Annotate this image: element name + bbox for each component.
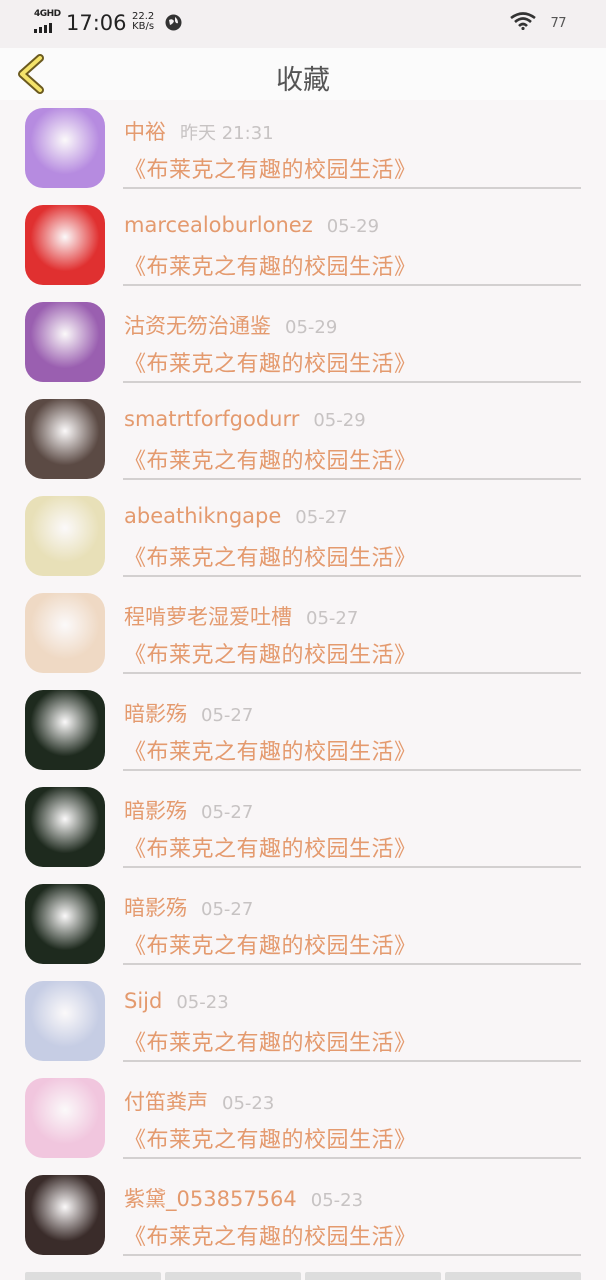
list-item[interactable]: 紫黛_053857564 05-23 《布莱克之有趣的校园生活》 [0, 1167, 606, 1264]
divider [123, 284, 581, 286]
divider [123, 963, 581, 965]
username[interactable]: smatrtforfgodurr [124, 407, 299, 431]
avatar[interactable] [25, 399, 105, 479]
list-item[interactable]: 程啃萝老湿爱吐槽 05-27 《布莱克之有趣的校园生活》 [0, 585, 606, 682]
avatar[interactable] [25, 981, 105, 1061]
username[interactable]: 暗影殇 [124, 702, 187, 726]
user-line: 程啃萝老湿爱吐槽 05-27 [124, 601, 358, 631]
user-line: 付笛粪声 05-23 [124, 1086, 274, 1116]
book-title-link[interactable]: 《布莱克之有趣的校园生活》 [124, 249, 417, 281]
timestamp: 05-29 [285, 317, 338, 338]
clock: 17:06 [66, 11, 127, 35]
user-line: abeathikngape 05-27 [124, 504, 348, 528]
user-line: 紫黛_053857564 05-23 [124, 1183, 363, 1213]
username[interactable]: 中裕 [124, 120, 166, 144]
divider [123, 1060, 581, 1062]
divider [123, 1254, 581, 1256]
user-line: 中裕 昨天 21:31 [124, 116, 274, 146]
avatar[interactable] [25, 205, 105, 285]
avatar[interactable] [25, 593, 105, 673]
user-line: Sijd 05-23 [124, 989, 229, 1013]
divider [123, 575, 581, 577]
timestamp: 05-27 [295, 507, 348, 528]
list-item[interactable]: abeathikngape 05-27 《布莱克之有趣的校园生活》 [0, 488, 606, 585]
username[interactable]: marcealoburlonez [124, 213, 313, 237]
username[interactable]: 暗影殇 [124, 799, 187, 823]
timestamp: 05-23 [222, 1093, 275, 1114]
user-line: marcealoburlonez 05-29 [124, 213, 379, 237]
list-item[interactable]: smatrtforfgodurr 05-29 《布莱克之有趣的校园生活》 [0, 391, 606, 488]
network-type: 4GHD [34, 9, 61, 19]
status-bar: 4GHD 17:06 22.2 KB/s 77 [0, 0, 606, 48]
avatar[interactable] [25, 787, 105, 867]
timestamp: 05-23 [310, 1190, 364, 1211]
wifi-icon [510, 12, 537, 34]
book-title-link[interactable]: 《布莱克之有趣的校园生活》 [124, 1219, 417, 1251]
book-title-link[interactable]: 《布莱克之有趣的校园生活》 [124, 152, 417, 184]
timestamp: 05-27 [201, 802, 254, 823]
avatar[interactable] [25, 1078, 105, 1158]
avatar[interactable] [25, 690, 105, 770]
divider [123, 672, 581, 674]
user-line: 暗影殇 05-27 [124, 892, 253, 922]
avatar[interactable] [25, 108, 105, 188]
list-item[interactable]: 暗影殇 05-27 《布莱克之有趣的校园生活》 [0, 682, 606, 779]
timestamp: 05-29 [326, 216, 380, 237]
status-right: 77 [510, 12, 566, 34]
signal-icon [34, 23, 52, 33]
book-title-link[interactable]: 《布莱克之有趣的校园生活》 [124, 1122, 417, 1154]
book-title-link[interactable]: 《布莱克之有趣的校园生活》 [124, 540, 417, 572]
user-line: 暗影殇 05-27 [124, 698, 253, 728]
timestamp: 05-27 [201, 899, 254, 920]
list-item[interactable]: 中裕 昨天 21:31 《布莱克之有趣的校园生活》 [0, 100, 606, 197]
book-title-link[interactable]: 《布莱克之有趣的校园生活》 [124, 734, 417, 766]
username[interactable]: 沽资无笏治通鉴 [124, 314, 271, 338]
user-line: 暗影殇 05-27 [124, 795, 253, 825]
avatar[interactable] [25, 884, 105, 964]
username[interactable]: 付笛粪声 [124, 1090, 208, 1114]
avatar[interactable] [25, 302, 105, 382]
book-title-link[interactable]: 《布莱克之有趣的校园生活》 [124, 443, 417, 475]
avatar[interactable] [25, 1175, 105, 1255]
speed-unit: KB/s [132, 21, 155, 32]
timestamp: 05-29 [313, 410, 366, 431]
timestamp: 昨天 21:31 [180, 123, 274, 144]
net-speed: 22.2 KB/s [132, 12, 154, 32]
timestamp: 05-27 [201, 705, 254, 726]
book-title-link[interactable]: 《布莱克之有趣的校园生活》 [124, 831, 417, 863]
list-item[interactable]: 暗影殇 05-27 《布莱克之有趣的校园生活》 [0, 876, 606, 973]
username[interactable]: 紫黛_053857564 [124, 1187, 297, 1211]
timestamp: 05-23 [176, 992, 229, 1013]
username[interactable]: Sijd [124, 989, 162, 1013]
book-title-link[interactable]: 《布莱克之有趣的校园生活》 [124, 346, 417, 378]
page-title: 收藏 [276, 65, 330, 96]
divider [123, 1157, 581, 1159]
globe-icon [165, 14, 182, 35]
username[interactable]: abeathikngape [124, 504, 281, 528]
divider [123, 478, 581, 480]
divider [123, 187, 581, 189]
next-row-peek [25, 1272, 581, 1280]
username[interactable]: 暗影殇 [124, 896, 187, 920]
app-bar: 收藏 [0, 48, 606, 100]
list-item[interactable]: 付笛粪声 05-23 《布莱克之有趣的校园生活》 [0, 1070, 606, 1167]
user-line: 沽资无笏治通鉴 05-29 [124, 310, 337, 340]
battery-level: 77 [550, 15, 566, 31]
divider [123, 381, 581, 383]
divider [123, 769, 581, 771]
divider [123, 866, 581, 868]
list-item[interactable]: 暗影殇 05-27 《布莱克之有趣的校园生活》 [0, 779, 606, 876]
username[interactable]: 程啃萝老湿爱吐槽 [124, 605, 292, 629]
favorites-list: 中裕 昨天 21:31 《布莱克之有趣的校园生活》 marcealoburlonez 0… [0, 100, 606, 1264]
list-item[interactable]: marcealoburlonez 05-29 《布莱克之有趣的校园生活》 [0, 197, 606, 294]
list-item[interactable]: 沽资无笏治通鉴 05-29 《布莱克之有趣的校园生活》 [0, 294, 606, 391]
book-title-link[interactable]: 《布莱克之有趣的校园生活》 [124, 928, 417, 960]
list-item[interactable]: Sijd 05-23 《布莱克之有趣的校园生活》 [0, 973, 606, 1070]
book-title-link[interactable]: 《布莱克之有趣的校园生活》 [124, 1025, 417, 1057]
timestamp: 05-27 [306, 608, 359, 629]
user-line: smatrtforfgodurr 05-29 [124, 407, 366, 431]
book-title-link[interactable]: 《布莱克之有趣的校园生活》 [124, 637, 417, 669]
avatar[interactable] [25, 496, 105, 576]
